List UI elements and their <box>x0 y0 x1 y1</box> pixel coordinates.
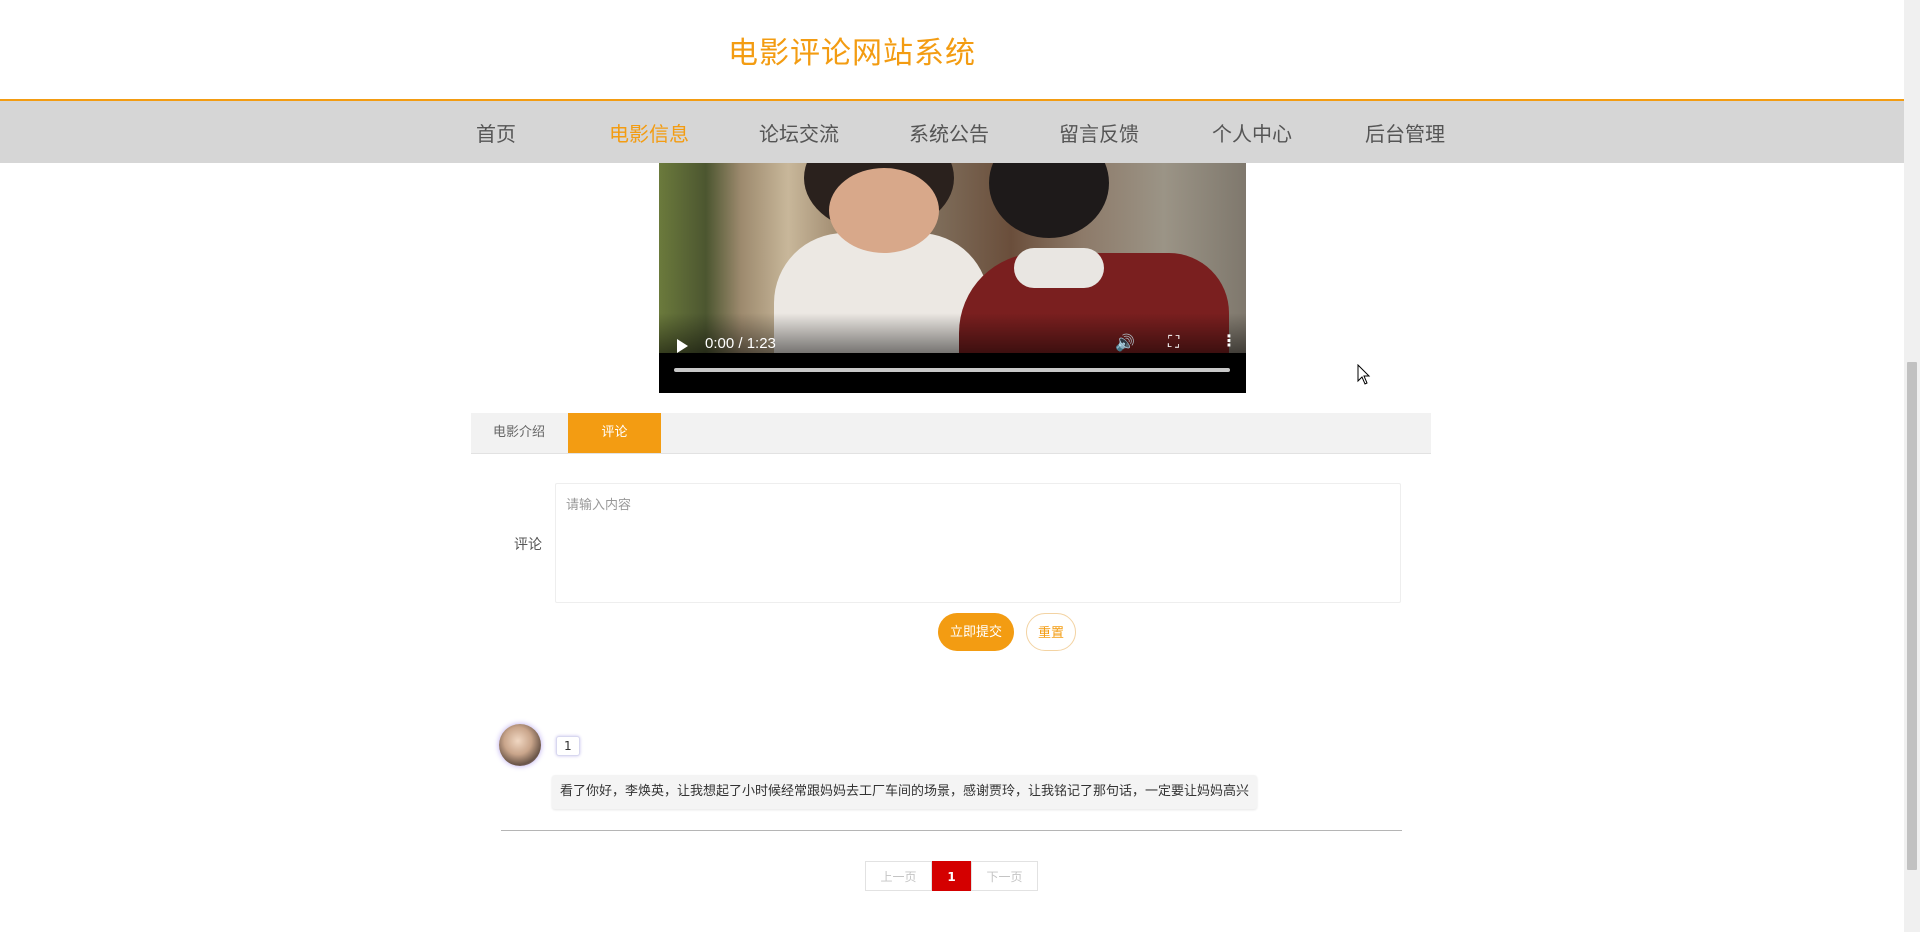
tab-movie-intro[interactable]: 电影介绍 <box>471 413 567 453</box>
detail-tabs: 电影介绍 评论 <box>471 413 1431 454</box>
nav-item-movie-info[interactable]: 电影信息 <box>609 118 689 147</box>
main-nav: 首页 电影信息 论坛交流 系统公告 留言反馈 个人中心 后台管理 <box>0 101 1904 163</box>
next-page-button[interactable]: 下一页 <box>971 861 1038 891</box>
tab-comments[interactable]: 评论 <box>568 413 661 453</box>
comment-label: 评论 <box>514 537 542 553</box>
nav-item-forum[interactable]: 论坛交流 <box>759 118 839 147</box>
fullscreen-icon[interactable]: ⛶ <box>1168 332 1179 352</box>
video-progress-bar[interactable] <box>674 368 1230 372</box>
comment-content: 看了你好，李焕英，让我想起了小时候经常跟妈妈去工厂车间的场景，感谢贾玲，让我铭记… <box>552 775 1258 809</box>
more-options-icon[interactable]: ⋮ <box>1221 331 1237 350</box>
nav-item-home[interactable]: 首页 <box>476 118 516 147</box>
comment-username: 1 <box>556 736 580 756</box>
reset-button[interactable]: 重置 <box>1026 613 1076 651</box>
page-scrollbar[interactable] <box>1904 0 1920 932</box>
nav-item-feedback[interactable]: 留言反馈 <box>1059 118 1139 147</box>
comment-divider <box>501 830 1402 831</box>
site-title: 电影评论网站系统 <box>728 36 976 71</box>
avatar <box>499 724 541 766</box>
nav-item-announcements[interactable]: 系统公告 <box>909 118 989 147</box>
scroll-thumb[interactable] <box>1907 362 1917 870</box>
page-button-current[interactable]: 1 <box>932 861 971 891</box>
volume-icon[interactable]: 🔊 <box>1115 333 1135 352</box>
nav-item-personal-center[interactable]: 个人中心 <box>1212 118 1292 147</box>
video-player[interactable]: 0:00 / 1:23 🔊 ⛶ ⋮ <box>659 163 1246 393</box>
play-icon[interactable] <box>677 339 688 353</box>
nav-item-admin[interactable]: 后台管理 <box>1365 118 1445 147</box>
prev-page-button[interactable]: 上一页 <box>865 861 932 891</box>
comment-input[interactable] <box>555 483 1401 603</box>
site-header: 电影评论网站系统 <box>0 0 1904 101</box>
mouse-cursor-icon <box>1357 364 1371 385</box>
video-time: 0:00 / 1:23 <box>705 335 776 352</box>
submit-button[interactable]: 立即提交 <box>938 613 1014 651</box>
